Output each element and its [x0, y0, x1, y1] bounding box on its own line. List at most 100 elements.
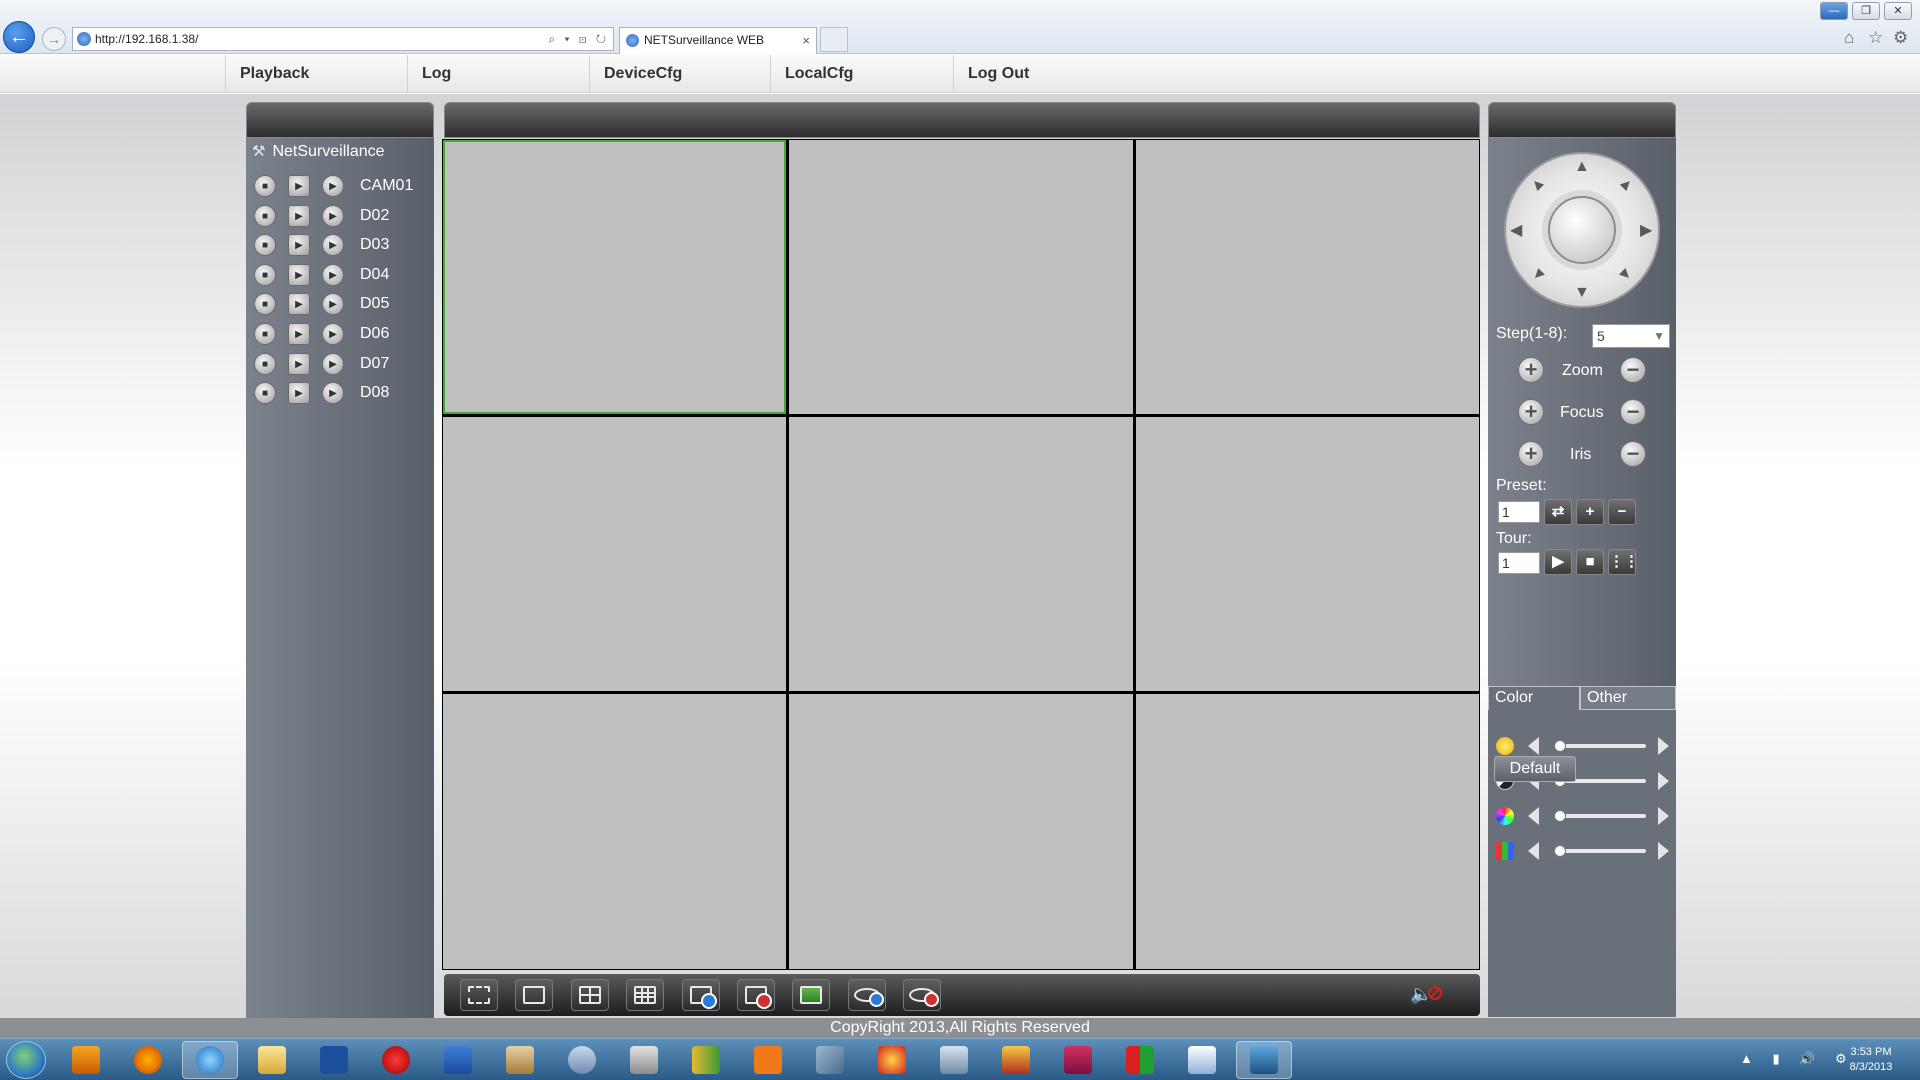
ptz-down-left-icon[interactable]: ▼ — [1526, 263, 1550, 287]
camera-row[interactable]: ■ ▶ ▶ D07 — [254, 352, 389, 376]
quad-view-button[interactable] — [571, 979, 609, 1011]
ptz-center-button[interactable] — [1548, 196, 1616, 264]
talk-start-button[interactable] — [848, 979, 886, 1011]
browser-tab[interactable]: NETSurveillance WEB × — [619, 27, 817, 54]
word-app[interactable] — [430, 1041, 486, 1079]
tour-input[interactable]: 1 — [1498, 552, 1540, 574]
slider-knob[interactable] — [1554, 845, 1566, 857]
play-icon[interactable]: ▶ — [288, 323, 310, 345]
video-cell[interactable] — [1136, 140, 1479, 414]
app-dvr[interactable] — [988, 1041, 1044, 1079]
ptz-up-icon[interactable]: ▲ — [1574, 158, 1590, 176]
video-cell[interactable] — [1136, 694, 1479, 969]
play-icon[interactable]: ▶ — [288, 353, 310, 375]
zoom-out-button[interactable]: − — [1620, 357, 1646, 383]
slider-knob[interactable] — [1554, 810, 1566, 822]
app-house[interactable] — [1174, 1041, 1230, 1079]
video-cell[interactable] — [789, 140, 1133, 414]
menu-logout[interactable]: Log Out — [953, 55, 1133, 93]
back-button[interactable]: ← — [3, 21, 35, 53]
open-stream-icon[interactable]: ▶ — [322, 353, 344, 375]
open-stream-icon[interactable]: ▶ — [322, 175, 344, 197]
new-tab-button[interactable] — [820, 27, 848, 52]
app-pickaxe[interactable] — [802, 1041, 858, 1079]
camera-row[interactable]: ■ ▶ ▶ D06 — [254, 322, 389, 346]
video-cell[interactable] — [1136, 417, 1479, 691]
settings-gear-icon[interactable]: ⚙ — [1893, 28, 1908, 48]
app-people[interactable] — [554, 1041, 610, 1079]
single-view-button[interactable] — [515, 979, 553, 1011]
firefox-app[interactable] — [120, 1041, 176, 1079]
menu-log[interactable]: Log — [407, 55, 589, 93]
app-scroll[interactable] — [492, 1041, 548, 1079]
ptz-up-left-icon[interactable]: ▲ — [1526, 173, 1550, 197]
stop-icon[interactable]: ■ — [254, 293, 276, 315]
decrease-arrow-icon[interactable] — [1528, 842, 1539, 860]
stop-icon[interactable]: ■ — [254, 264, 276, 286]
app-red-splash[interactable] — [368, 1041, 424, 1079]
window-close-button[interactable]: ✕ — [1884, 2, 1912, 20]
window-minimize-button[interactable]: — — [1820, 2, 1848, 20]
app-blocks[interactable] — [678, 1041, 734, 1079]
open-stream-icon[interactable]: ▶ — [322, 264, 344, 286]
camera-row[interactable]: ■ ▶ ▶ D04 — [254, 263, 389, 287]
favorites-star-icon[interactable]: ☆ — [1868, 28, 1883, 48]
video-cell[interactable] — [443, 694, 786, 969]
open-stream-icon[interactable]: ▶ — [322, 382, 344, 404]
stop-icon[interactable]: ■ — [254, 234, 276, 256]
increase-arrow-icon[interactable] — [1658, 772, 1669, 790]
menu-playback[interactable]: Playback — [225, 55, 407, 93]
snapshot-button[interactable] — [792, 979, 830, 1011]
ptz-left-icon[interactable]: ◀ — [1510, 220, 1522, 240]
window-restore-button[interactable]: ❐ — [1852, 2, 1880, 20]
play-icon[interactable]: ▶ — [288, 293, 310, 315]
app-window[interactable] — [1236, 1041, 1292, 1079]
tour-start-button[interactable]: ▶ — [1544, 549, 1572, 575]
app-monitor[interactable] — [926, 1041, 982, 1079]
preset-goto-button[interactable]: ⇄ — [1544, 499, 1572, 525]
menu-devicecfg[interactable]: DeviceCfg — [589, 55, 770, 93]
increase-arrow-icon[interactable] — [1658, 737, 1669, 755]
open-stream-icon[interactable]: ▶ — [322, 205, 344, 227]
ptz-right-icon[interactable]: ▶ — [1640, 220, 1652, 240]
open-stream-icon[interactable]: ▶ — [322, 234, 344, 256]
tab-close-icon[interactable]: × — [802, 28, 810, 53]
step-select[interactable]: 5 ▼ — [1592, 324, 1670, 348]
app-hash[interactable] — [740, 1041, 796, 1079]
decrease-arrow-icon[interactable] — [1528, 737, 1539, 755]
stop-icon[interactable]: ■ — [254, 175, 276, 197]
focus-near-button[interactable]: + — [1518, 399, 1544, 425]
play-icon[interactable]: ▶ — [288, 382, 310, 404]
play-icon[interactable]: ▶ — [288, 234, 310, 256]
open-stream-icon[interactable]: ▶ — [322, 323, 344, 345]
brightness-slider[interactable] — [1554, 740, 1646, 752]
play-icon[interactable]: ▶ — [288, 175, 310, 197]
iris-close-button[interactable]: − — [1620, 441, 1646, 467]
menu-localcfg[interactable]: LocalCfg — [770, 55, 953, 93]
mute-icon[interactable] — [1428, 986, 1442, 1000]
saturation-slider[interactable] — [1554, 810, 1646, 822]
slider-knob[interactable] — [1554, 740, 1566, 752]
preset-add-button[interactable]: + — [1576, 499, 1604, 525]
internet-explorer-app[interactable] — [182, 1041, 238, 1079]
camera-row[interactable]: ■ ▶ ▶ CAM01 — [254, 174, 413, 198]
preset-input[interactable]: 1 — [1498, 501, 1540, 523]
video-cell[interactable] — [443, 140, 786, 414]
stop-icon[interactable]: ■ — [254, 353, 276, 375]
stop-icon[interactable]: ■ — [254, 323, 276, 345]
file-explorer-app[interactable] — [244, 1041, 300, 1079]
ptz-down-right-icon[interactable]: ▼ — [1614, 263, 1638, 287]
play-icon[interactable]: ▶ — [288, 264, 310, 286]
ptz-direction-wheel[interactable]: ▲ ▼ ◀ ▶ ▲ ▲ ▼ ▼ — [1504, 152, 1660, 308]
camera-row[interactable]: ■ ▶ ▶ D05 — [254, 292, 389, 316]
media-player-app[interactable] — [58, 1041, 114, 1079]
preset-remove-button[interactable]: − — [1608, 499, 1636, 525]
zoom-in-button[interactable]: + — [1518, 357, 1544, 383]
address-bar[interactable]: http://192.168.1.38/ ⌕ ▾ ⊡ ↻ — [72, 27, 614, 51]
video-cell[interactable] — [443, 417, 786, 691]
tour-config-button[interactable]: ⋮⋮ — [1608, 549, 1639, 575]
increase-arrow-icon[interactable] — [1658, 807, 1669, 825]
focus-far-button[interactable]: − — [1620, 399, 1646, 425]
iris-open-button[interactable]: + — [1518, 441, 1544, 467]
hue-slider[interactable] — [1554, 845, 1646, 857]
